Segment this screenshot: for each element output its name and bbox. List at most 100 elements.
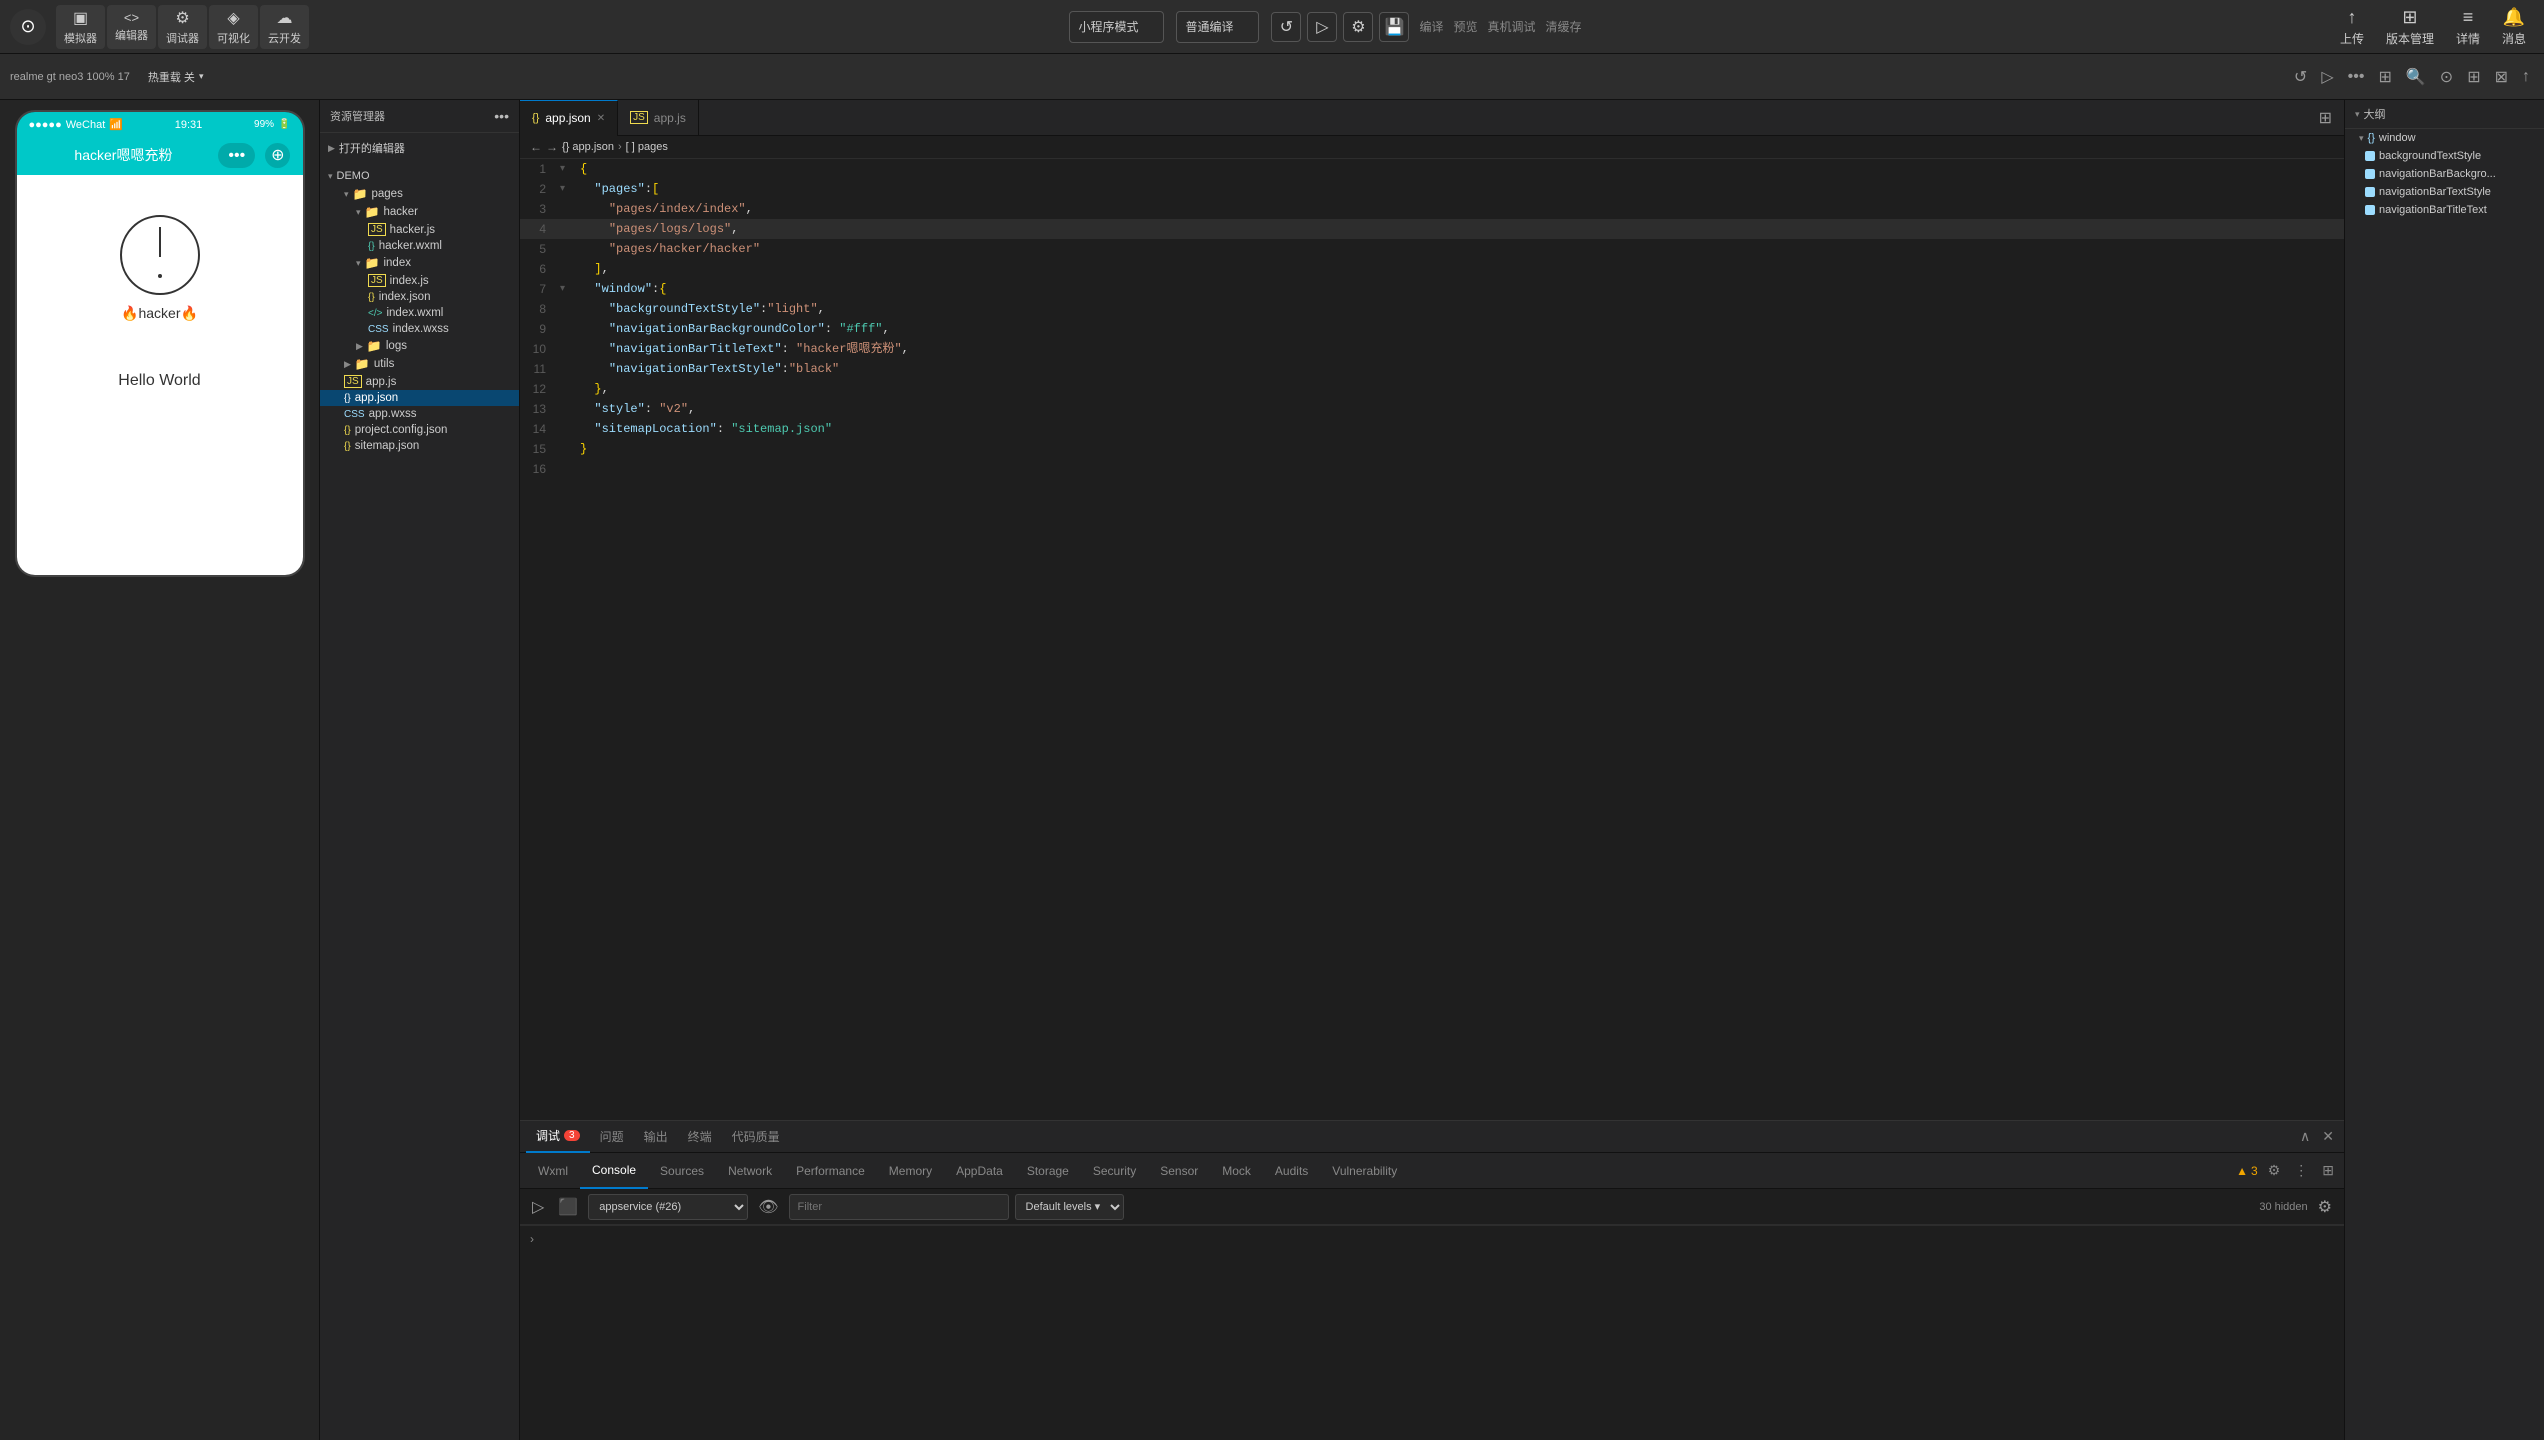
open-editors-header[interactable]: ▶ 打开的编辑器: [320, 137, 519, 159]
tab-output[interactable]: 输出: [634, 1121, 678, 1153]
nav-forward-btn[interactable]: →: [546, 140, 558, 154]
devtools-more-btn[interactable]: ⋮: [2290, 1160, 2312, 1181]
search-small-btn[interactable]: 🔍: [2402, 65, 2430, 89]
code-editor[interactable]: 1 ▾ { 2 ▾ "pages":[ 3 "pages/index/index…: [520, 159, 2344, 1120]
hacker-wxml-file[interactable]: {} hacker.wxml: [320, 238, 519, 254]
version-btn[interactable]: ⊞ 版本管理: [2378, 3, 2442, 51]
close-panel-btn2[interactable]: ✕: [2318, 1126, 2338, 1147]
devtools-tab-storage[interactable]: Storage: [1015, 1153, 1081, 1189]
devtools-tab-performance[interactable]: Performance: [784, 1153, 877, 1189]
devtools-tab-audits[interactable]: Audits: [1263, 1153, 1320, 1189]
target-btn[interactable]: ⊙: [2436, 65, 2457, 89]
devtools-right: ▲ 3 ⚙ ⋮ ⊞: [2236, 1160, 2338, 1181]
detail-btn[interactable]: ≡ 详情: [2448, 3, 2488, 51]
tab-debug[interactable]: 调试 3: [526, 1121, 590, 1153]
outline-nav-bar-text-style[interactable]: navigationBarTextStyle: [2345, 183, 2544, 201]
tab-app-js[interactable]: JS app.js: [618, 100, 699, 136]
save-btn[interactable]: 💾: [1379, 12, 1409, 42]
devtools-tab-vulnerability[interactable]: Vulnerability: [1320, 1153, 1409, 1189]
simulator-btn[interactable]: ▣ 模拟器: [56, 5, 105, 49]
index-wxml-file[interactable]: </> index.wxml: [320, 305, 519, 321]
devtools-tab-sources[interactable]: Sources: [648, 1153, 716, 1189]
tab-app-json[interactable]: {} app.json ✕: [520, 100, 618, 136]
cloud-icon: ☁: [277, 8, 293, 28]
split-editor-btn[interactable]: ⊞: [2315, 106, 2336, 130]
hot-reload-btn[interactable]: 热重载 关 ▾: [148, 69, 204, 85]
demo-folder-header[interactable]: ▾ DEMO: [320, 167, 519, 185]
more-small-btn[interactable]: •••: [2344, 66, 2369, 88]
line-num-11: 11: [520, 359, 560, 379]
device-info: realme gt neo3 100% 17: [10, 71, 130, 83]
compile-dropdown[interactable]: 普通编译: [1176, 11, 1259, 43]
outline-nav-bar-title-text[interactable]: navigationBarTitleText: [2345, 201, 2544, 219]
level-select[interactable]: Default levels ▾: [1015, 1194, 1124, 1220]
nav-back-btn[interactable]: ←: [530, 140, 542, 154]
hacker-js-file[interactable]: JS hacker.js: [320, 221, 519, 238]
pages-folder[interactable]: ▾ 📁 pages: [320, 185, 519, 203]
hacker-folder[interactable]: ▾ 📁 hacker: [320, 203, 519, 221]
sitemap-file[interactable]: {} sitemap.json: [320, 438, 519, 454]
refresh-btn[interactable]: ↺: [1271, 12, 1301, 42]
devtools-layout-btn[interactable]: ⊞: [2318, 1160, 2338, 1181]
devtools-tab-console[interactable]: Console: [580, 1153, 648, 1189]
app-js-file[interactable]: JS app.js: [320, 373, 519, 390]
devtools-appdata-label: AppData: [956, 1164, 1003, 1178]
cloud-btn[interactable]: ☁ 云开发: [260, 5, 309, 49]
second-toolbar: realme gt neo3 100% 17 热重载 关 ▾ ↺ ▷ ••• ⊞…: [0, 54, 2544, 100]
outline-nav-bar-bg-color[interactable]: navigationBarBackgro...: [2345, 165, 2544, 183]
console-stop-btn[interactable]: ⬛: [554, 1195, 582, 1219]
tab-code-quality[interactable]: 代码质量: [722, 1121, 790, 1153]
devtools-tab-sensor[interactable]: Sensor: [1148, 1153, 1210, 1189]
index-wxss-file[interactable]: CSS index.wxss: [320, 321, 519, 337]
devtools-tab-mock[interactable]: Mock: [1210, 1153, 1263, 1189]
compile-small-btn[interactable]: ▷: [2317, 65, 2337, 89]
devtools-tab-security[interactable]: Security: [1081, 1153, 1148, 1189]
service-select[interactable]: appservice (#26): [588, 1194, 748, 1220]
collapse-panel-btn[interactable]: ∧: [2296, 1126, 2314, 1147]
console-settings-btn[interactable]: ⚙: [2314, 1195, 2336, 1219]
index-folder[interactable]: ▾ 📁 index: [320, 254, 519, 272]
devtools-tab-wxml[interactable]: Wxml: [526, 1153, 580, 1189]
close-panel-btn[interactable]: ⊠: [2491, 65, 2512, 89]
filetree-more-icon[interactable]: •••: [494, 108, 509, 124]
app-json-tab-close[interactable]: ✕: [597, 113, 605, 124]
visualize-btn[interactable]: ◈ 可视化: [209, 5, 258, 49]
app-json-file[interactable]: {} app.json: [320, 390, 519, 406]
outline-window[interactable]: ▾ {} window: [2345, 129, 2544, 147]
index-json-file[interactable]: {} index.json: [320, 289, 519, 305]
project-config-file[interactable]: {} project.config.json: [320, 422, 519, 438]
devtools-tab-network[interactable]: Network: [716, 1153, 784, 1189]
outline-bg-text-style[interactable]: backgroundTextStyle: [2345, 147, 2544, 165]
refresh-small-btn[interactable]: ↺: [2290, 65, 2311, 89]
run-real-btn[interactable]: ⚙: [1343, 12, 1373, 42]
console-input[interactable]: [540, 1232, 2334, 1246]
simulator-icon: ▣: [73, 8, 88, 28]
message-btn[interactable]: 🔔 消息: [2494, 3, 2534, 51]
utils-folder[interactable]: ▶ 📁 utils: [320, 355, 519, 373]
fold-7[interactable]: ▾: [560, 279, 580, 299]
upload-label: 上传: [2340, 30, 2364, 47]
app-wxss-file[interactable]: CSS app.wxss: [320, 406, 519, 422]
tab-problem[interactable]: 问题: [590, 1121, 634, 1153]
debugger-btn[interactable]: ⚙ 调试器: [158, 5, 207, 49]
split-view-btn[interactable]: ⊞: [2374, 65, 2395, 89]
upload-btn[interactable]: ↑ 上传: [2332, 3, 2372, 51]
preview-btn[interactable]: ▷: [1307, 12, 1337, 42]
tab-output-label: 输出: [644, 1128, 668, 1145]
expand-btn[interactable]: ↑: [2518, 66, 2534, 88]
filter-input[interactable]: [789, 1194, 1009, 1220]
fold-2[interactable]: ▾: [560, 179, 580, 199]
devtools-tab-appdata[interactable]: AppData: [944, 1153, 1015, 1189]
devtools-tab-memory[interactable]: Memory: [877, 1153, 944, 1189]
console-run-btn[interactable]: ▷: [528, 1195, 548, 1219]
index-js-file[interactable]: JS index.js: [320, 272, 519, 289]
fold-1[interactable]: ▾: [560, 159, 580, 179]
outline-chevron: ▾: [2355, 109, 2360, 120]
tab-terminal[interactable]: 终端: [678, 1121, 722, 1153]
logs-folder[interactable]: ▶ 📁 logs: [320, 337, 519, 355]
devtools-settings-btn[interactable]: ⚙: [2264, 1160, 2285, 1181]
mode-dropdown[interactable]: 小程序模式: [1069, 11, 1164, 43]
console-eye-btn[interactable]: 👁: [754, 1195, 782, 1219]
editor-btn[interactable]: <> 编辑器: [107, 5, 156, 49]
layers-btn[interactable]: ⊞: [2463, 65, 2484, 89]
